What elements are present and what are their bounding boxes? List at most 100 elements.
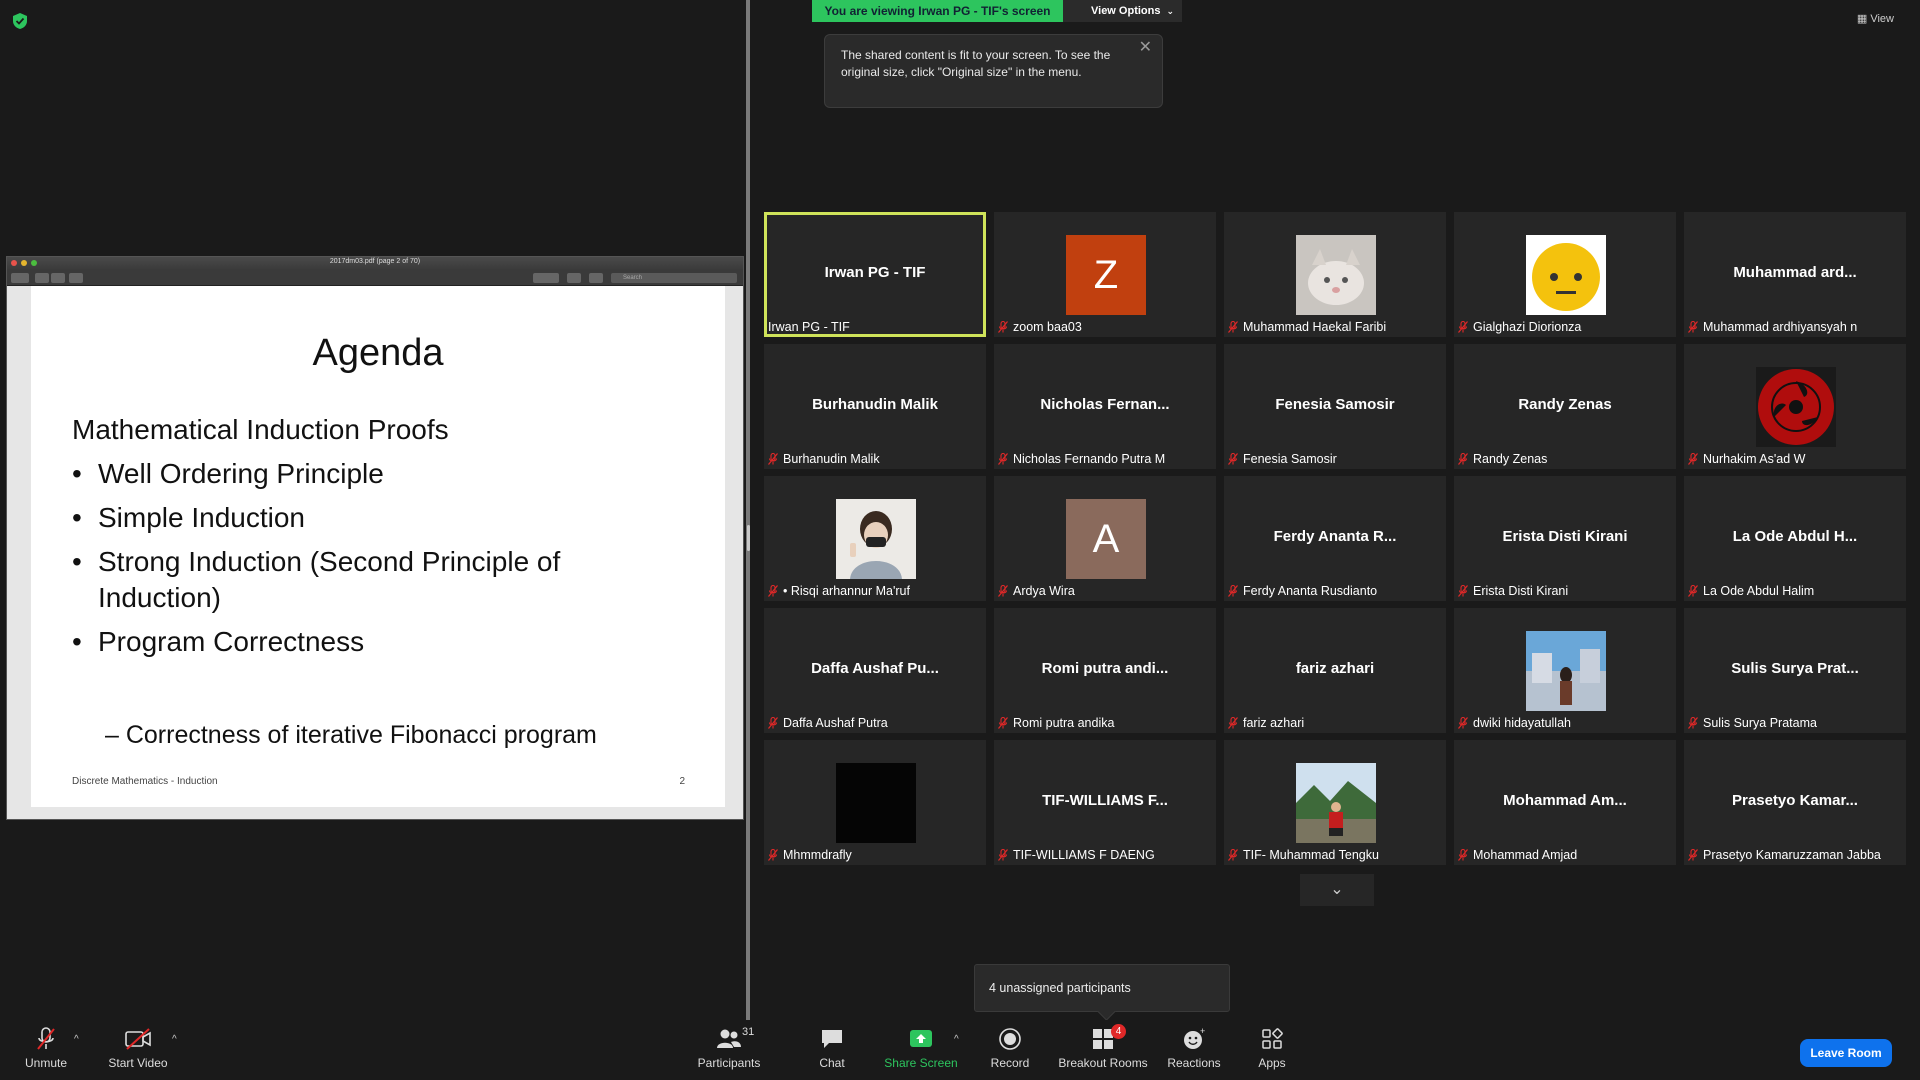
view-options-button[interactable]: View Options ⌄ — [1063, 0, 1182, 22]
share-button[interactable] — [69, 273, 83, 283]
avatar-letter: A — [1092, 516, 1120, 561]
participant-tile[interactable]: Muhammad ard... Muhammad ardhiyansyah n — [1684, 212, 1906, 337]
breakout-rooms-badge: 4 — [1111, 1024, 1126, 1039]
participants-icon — [717, 1029, 741, 1048]
participant-tile[interactable]: Zzoom baa03 — [994, 212, 1216, 337]
rotate-button[interactable] — [567, 273, 581, 283]
participant-name: zoom baa03 — [1013, 320, 1082, 334]
participant-display-name: Romi putra andi... — [1041, 660, 1169, 677]
slide-footer: Discrete Mathematics - Induction — [72, 776, 218, 787]
participant-name: Ardya Wira — [1013, 584, 1075, 598]
participant-display-name: Burhanudin Malik — [812, 396, 938, 413]
mic-muted-icon — [1458, 717, 1468, 729]
participant-tile[interactable]: Gialghazi Diorionza — [1454, 212, 1676, 337]
sidebar-toggle-button[interactable] — [11, 273, 29, 283]
video-off-icon — [125, 1028, 151, 1050]
annotate-button[interactable] — [589, 273, 603, 283]
participant-name-label: Gialghazi Diorionza — [1458, 320, 1581, 334]
participant-name-label: TIF- Muhammad Tengku — [1228, 848, 1379, 862]
reactions-icon: + — [1184, 1026, 1205, 1049]
participant-display-name: Erista Disti Kirani — [1502, 528, 1628, 545]
start-video-button[interactable]: Start Video — [106, 1026, 170, 1070]
avatar-photo — [1296, 235, 1376, 315]
apps-button[interactable]: Apps — [1256, 1026, 1288, 1070]
participant-tile[interactable]: fariz azhari fariz azhari — [1224, 608, 1446, 733]
participant-tile[interactable]: Daffa Aushaf Pu... Daffa Aushaf Putra — [764, 608, 986, 733]
close-icon[interactable]: ✕ — [1139, 39, 1152, 56]
participant-tile[interactable]: dwiki hidayatullah — [1454, 608, 1676, 733]
participant-name: Daffa Aushaf Putra — [783, 716, 888, 730]
participant-tile[interactable]: Prasetyo Kamar... Prasetyo Kamaruzzaman J… — [1684, 740, 1906, 865]
participant-name-label: Nurhakim As'ad W — [1688, 452, 1805, 466]
participant-tile[interactable]: Nurhakim As'ad W — [1684, 344, 1906, 469]
view-options-label: View Options — [1091, 5, 1161, 17]
mic-muted-icon — [1458, 849, 1468, 861]
participant-display-name: Prasetyo Kamar... — [1732, 792, 1858, 809]
participant-tile[interactable]: Burhanudin Malik Burhanudin Malik — [764, 344, 986, 469]
participant-tile[interactable]: Ferdy Ananta R... Ferdy Ananta Rusdianto — [1224, 476, 1446, 601]
markup-button[interactable] — [533, 273, 559, 283]
video-options-caret[interactable]: ^ — [172, 1034, 177, 1045]
slide-page: Agenda Mathematical Induction Proofs Wel… — [31, 286, 725, 807]
participants-button[interactable]: 31 Participants — [694, 1026, 764, 1070]
participant-tile[interactable]: Erista Disti Kirani Erista Disti Kirani — [1454, 476, 1676, 601]
participant-name: Nurhakim As'ad W — [1703, 452, 1806, 466]
slide-bullet: Strong Induction (Second Principle of In… — [72, 544, 612, 616]
participant-tile[interactable]: Irwan PG - TIF Irwan PG - TIF — [764, 212, 986, 337]
participant-tile[interactable]: Sulis Surya Prat... Sulis Surya Pratama — [1684, 608, 1906, 733]
share-screen-button[interactable]: Share Screen — [884, 1026, 958, 1070]
pdf-search-input[interactable]: Search — [611, 273, 737, 283]
share-options-caret[interactable]: ^ — [954, 1034, 959, 1045]
participant-name: fariz azhari — [1243, 716, 1305, 730]
participant-tile[interactable]: Mohammad Am... Mohammad Amjad — [1454, 740, 1676, 865]
split-divider-handle[interactable] — [747, 525, 750, 551]
mic-muted-icon — [998, 717, 1008, 729]
participant-tile[interactable]: TIF- Muhammad Tengku — [1224, 740, 1446, 865]
participant-tile[interactable]: Randy Zenas Randy Zenas — [1454, 344, 1676, 469]
participant-name: Ferdy Ananta Rusdianto — [1243, 584, 1378, 598]
mic-muted-icon — [37, 1027, 55, 1050]
participant-tile[interactable]: Romi putra andi... Romi putra andika — [994, 608, 1216, 733]
participant-name-label: Sulis Surya Pratama — [1688, 716, 1817, 730]
participant-name-label: Irwan PG - TIF — [768, 320, 850, 334]
reactions-label: Reactions — [1167, 1056, 1221, 1070]
participant-name-label: Daffa Aushaf Putra — [768, 716, 888, 730]
participant-tile[interactable]: TIF-WILLIAMS F... TIF-WILLIAMS F DAENG — [994, 740, 1216, 865]
split-divider[interactable] — [746, 0, 750, 1028]
participant-name: Muhammad Haekal Faribi — [1243, 320, 1387, 334]
zoom-out-button[interactable] — [35, 273, 49, 283]
participant-tile[interactable]: La Ode Abdul H... La Ode Abdul Halim — [1684, 476, 1906, 601]
avatar-photo — [1526, 631, 1606, 711]
leave-room-button[interactable]: Leave Room — [1800, 1039, 1892, 1067]
record-button[interactable]: Record — [988, 1026, 1032, 1070]
pdf-file-title: 2017dm03.pdf (page 2 of 70) — [329, 258, 421, 265]
breakout-rooms-button[interactable]: 4 Breakout Rooms — [1058, 1024, 1148, 1070]
participant-tile[interactable]: Nicholas Fernan... Nicholas Fernando Putr… — [994, 344, 1216, 469]
slide-heading: Mathematical Induction Proofs — [72, 414, 449, 445]
participant-tile[interactable]: Muhammad Haekal Faribi — [1224, 212, 1446, 337]
zoom-in-button[interactable] — [51, 273, 65, 283]
fit-screen-tooltip: The shared content is fit to your screen… — [824, 34, 1163, 108]
participant-display-name: La Ode Abdul H... — [1732, 528, 1858, 545]
participant-name: dwiki hidayatullah — [1473, 716, 1571, 730]
participant-name: Irwan PG - TIF — [768, 320, 850, 334]
participant-name-label: Muhammad Haekal Faribi — [1228, 320, 1386, 334]
participant-name: Nicholas Fernando Putra M — [1013, 452, 1166, 466]
participant-tile[interactable]: Mhmmdrafly — [764, 740, 986, 865]
security-shield-icon[interactable] — [12, 12, 28, 30]
gallery-next-page-button[interactable]: ⌄ — [1300, 874, 1374, 906]
unmute-button[interactable]: Unmute — [22, 1026, 70, 1070]
participant-tile[interactable]: Fenesia Samosir Fenesia Samosir — [1224, 344, 1446, 469]
chat-button[interactable]: Chat — [814, 1026, 850, 1070]
reactions-button[interactable]: + Reactions — [1166, 1026, 1222, 1070]
mic-muted-icon — [1688, 849, 1698, 861]
chat-label: Chat — [819, 1056, 845, 1070]
audio-options-caret[interactable]: ^ — [74, 1034, 79, 1045]
pdf-titlebar: 2017dm03.pdf (page 2 of 70) — [7, 257, 743, 270]
participant-tile[interactable]: • Risqi arhannur Ma'ruf — [764, 476, 986, 601]
grid-icon: ▦ — [1856, 13, 1868, 25]
participant-tile[interactable]: A Ardya Wira — [994, 476, 1216, 601]
participant-name: La Ode Abdul Halim — [1703, 584, 1815, 598]
view-layout-button[interactable]: ▦ View — [1857, 12, 1894, 25]
slide-bullet: Well Ordering Principle — [72, 456, 612, 492]
